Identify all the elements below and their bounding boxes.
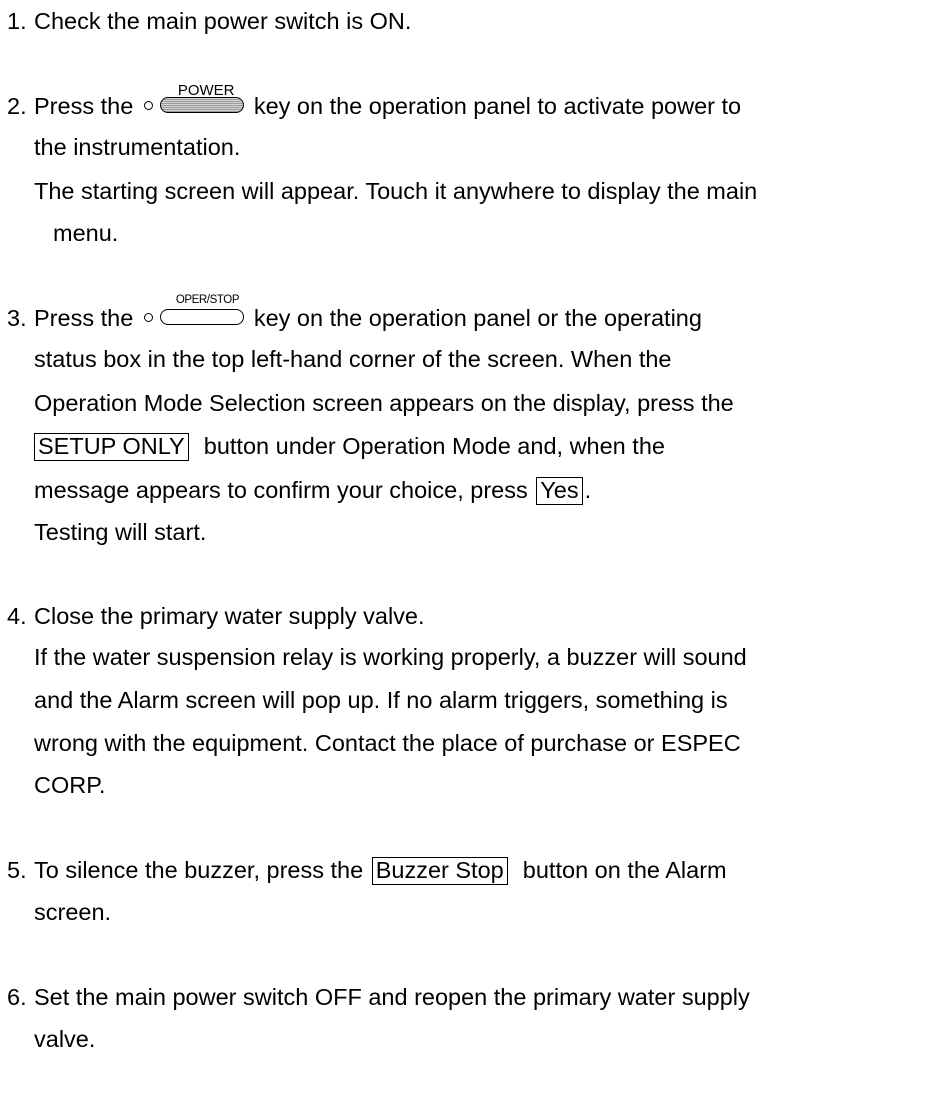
step-number: 4. <box>7 603 27 629</box>
step-2-line: The starting screen will appear. Touch i… <box>34 178 758 204</box>
step-2-line: the instrumentation. <box>34 134 241 160</box>
step-5-line: screen. <box>34 899 112 925</box>
step-text: Set the main power switch OFF and reopen… <box>34 984 750 1010</box>
step-4-line: and the Alarm screen will pop up. If no … <box>34 687 728 713</box>
step-number: 1. <box>7 8 27 34</box>
step-text: message appears to confirm your choice, … <box>34 477 528 503</box>
key-caption: OPER/STOP <box>175 294 240 306</box>
step-number: 6. <box>7 984 27 1010</box>
key-button-shape <box>159 309 244 325</box>
oper-stop-key-icon: OPER/STOP <box>143 294 248 325</box>
yes-button: Yes <box>536 477 583 505</box>
key-caption: POWER <box>177 82 235 99</box>
step-3-confirm-line: message appears to confirm your choice, … <box>34 477 591 505</box>
step-2-line: menu. <box>53 220 119 246</box>
step-4: 4. Close the primary water supply valve. <box>7 603 425 629</box>
indicator-lamp-icon <box>143 101 153 110</box>
step-number: 3. <box>7 305 27 332</box>
step-text: button under Operation Mode and, when th… <box>203 433 665 459</box>
step-number: 2. <box>7 93 27 120</box>
step-text: Check the main power switch is ON. <box>34 8 412 34</box>
step-4-line: wrong with the equipment. Contact the pl… <box>34 730 741 756</box>
step-text: Press the <box>34 305 134 332</box>
step-6-line: valve. <box>34 1026 96 1052</box>
step-2: 2. Press the POWER key on the operation p… <box>7 83 742 123</box>
step-3-line: Operation Mode Selection screen appears … <box>34 390 734 416</box>
step-1: 1. Check the main power switch is ON. <box>7 8 412 34</box>
step-number: 5. <box>7 857 27 883</box>
step-text: button on the Alarm <box>522 857 727 883</box>
indicator-lamp-icon <box>143 313 153 322</box>
step-text: key on the operation panel to activate p… <box>253 93 742 120</box>
step-3-setup-line: SETUP ONLY button under Operation Mode a… <box>32 433 665 461</box>
step-text: key on the operation panel or the operat… <box>253 305 702 332</box>
key-button-shape <box>159 97 244 113</box>
period: . <box>584 477 592 503</box>
step-text: Close the primary water supply valve. <box>34 603 425 629</box>
buzzer-stop-button: Buzzer Stop <box>371 857 508 885</box>
step-4-line: CORP. <box>34 772 106 798</box>
power-key-icon: POWER <box>143 82 248 113</box>
step-text: To silence the buzzer, press the <box>34 857 364 883</box>
step-text: Press the <box>34 93 134 120</box>
step-4-line: If the water suspension relay is working… <box>34 644 747 670</box>
step-3: 3. Press the OPER/STOP key on the operati… <box>7 294 702 335</box>
setup-only-button: SETUP ONLY <box>34 433 189 461</box>
step-5: 5. To silence the buzzer, press the Buzze… <box>7 857 727 885</box>
step-3-line: status box in the top left-hand corner o… <box>34 346 672 372</box>
step-3-line: Testing will start. <box>34 519 207 545</box>
step-6: 6. Set the main power switch OFF and reop… <box>7 984 750 1010</box>
